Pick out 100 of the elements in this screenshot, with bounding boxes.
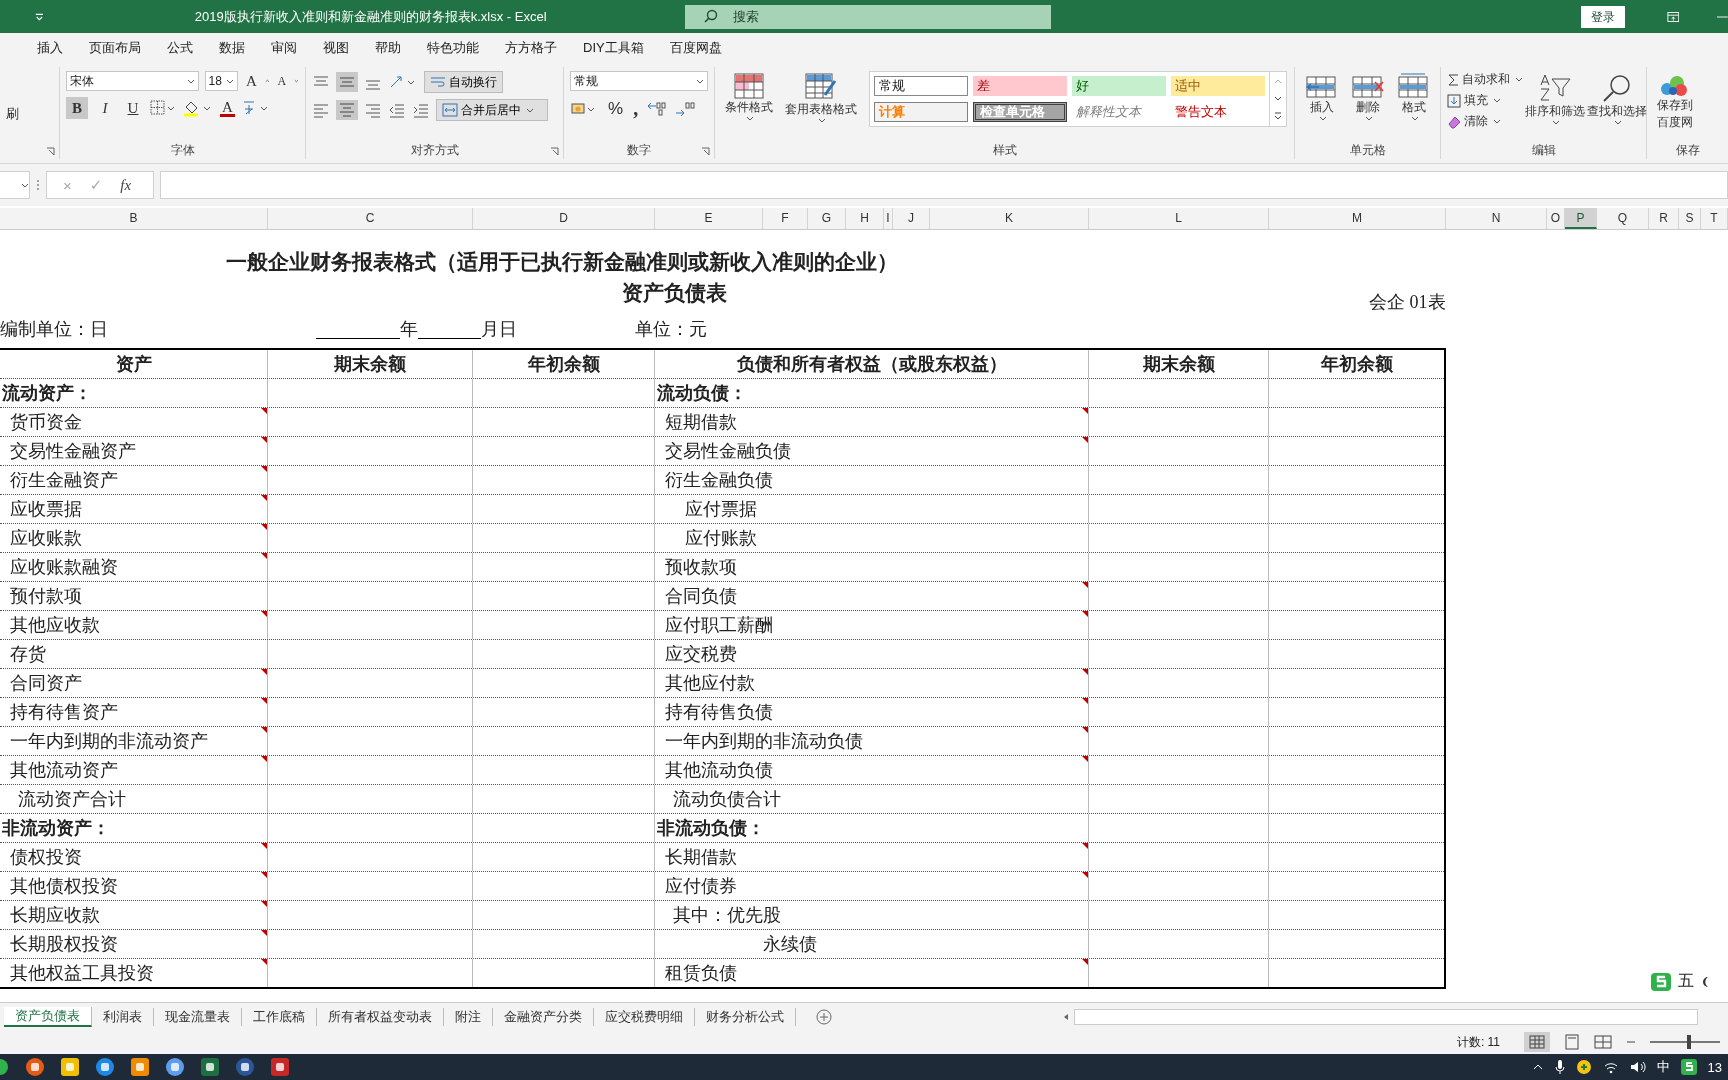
sheet-tab[interactable]: 资产负债表: [4, 1006, 92, 1027]
autosum-button[interactable]: 自动求和: [1447, 71, 1523, 88]
percent-button[interactable]: %: [606, 98, 626, 119]
column-header[interactable]: N: [1446, 208, 1547, 229]
ribbon-tab[interactable]: 方方格子: [492, 39, 570, 57]
sheet-tab[interactable]: 工作底稿: [242, 1007, 317, 1026]
column-header[interactable]: H: [846, 208, 884, 229]
column-header[interactable]: B: [0, 208, 268, 229]
cell-style-option[interactable]: 适中: [1171, 76, 1265, 96]
ribbon-tab[interactable]: 插入: [24, 39, 76, 57]
table-cell: 非流动负债：: [655, 814, 1089, 842]
table-cell: 一年内到期的非流动负债: [655, 727, 1089, 755]
column-header[interactable]: K: [930, 208, 1089, 229]
group-label: 单元格: [1348, 142, 1387, 159]
table-cell: 非流动资产：: [0, 814, 268, 842]
table-cell: 衍生金融负债: [655, 466, 1089, 494]
number-format-dropdown[interactable]: 常规: [570, 71, 708, 91]
italic-button[interactable]: I: [94, 97, 116, 119]
table-cell: 长期应收款: [0, 901, 268, 929]
column-header[interactable]: G: [808, 208, 846, 229]
table-header-cell: 负债和所有者权益（或股东权益）: [655, 350, 1089, 378]
login-button[interactable]: 登录: [1580, 5, 1625, 28]
column-header[interactable]: T: [1701, 208, 1728, 229]
table-cell: 应交税费: [655, 640, 1089, 668]
delete-cells-button[interactable]: 删除: [1347, 71, 1389, 123]
input-mode[interactable]: 五: [1678, 971, 1694, 992]
table-cell: 应付债券: [655, 872, 1089, 900]
fill-button[interactable]: 填充: [1447, 92, 1523, 109]
sheet-tab[interactable]: 现金流量表: [154, 1007, 242, 1026]
ribbon-tab[interactable]: 视图: [310, 39, 362, 57]
group-label: 对齐方式: [409, 142, 460, 159]
font-name-dropdown[interactable]: 宋体: [66, 71, 199, 91]
column-header[interactable]: D: [473, 208, 655, 229]
column-header[interactable]: S: [1679, 208, 1701, 229]
clear-button[interactable]: 清除: [1447, 113, 1523, 130]
ribbon-tab[interactable]: 百度网盘: [656, 39, 735, 57]
insert-cells-button[interactable]: 插入: [1301, 71, 1343, 123]
insert-function-button[interactable]: fx: [120, 176, 132, 194]
table-cell: 合同资产: [0, 669, 268, 697]
cell-style-option[interactable]: 差: [973, 76, 1067, 96]
table-header-cell: 期末余额: [1089, 350, 1269, 378]
table-cell: 应收账款融资: [0, 553, 268, 581]
sheet-tab[interactable]: 利润表: [92, 1007, 154, 1026]
grow-font-button[interactable]: A: [243, 72, 259, 90]
sheet-tab[interactable]: 附注: [444, 1007, 493, 1026]
conditional-formatting-button[interactable]: 条件格式: [721, 71, 777, 125]
table-cell: 预收款项: [655, 553, 1089, 581]
format-as-table-button[interactable]: 套用表格格式: [781, 71, 861, 125]
sort-filter-button[interactable]: 排序和筛选: [1525, 71, 1585, 127]
clock[interactable]: 13: [1707, 1059, 1722, 1075]
column-header[interactable]: R: [1649, 208, 1679, 229]
column-header[interactable]: L: [1089, 208, 1269, 229]
ribbon-tab[interactable]: 帮助: [362, 39, 414, 57]
comma-style-button[interactable]: ,: [631, 97, 641, 120]
shrink-font-button[interactable]: A: [275, 73, 289, 89]
cell-style-option[interactable]: 警告文本: [1171, 102, 1265, 122]
search-field[interactable]: 搜索: [684, 4, 1051, 29]
cell-style-option[interactable]: 常规: [874, 76, 968, 96]
ribbon-tab[interactable]: 数据: [206, 39, 258, 57]
wrap-text-button[interactable]: 自动换行: [424, 71, 503, 93]
bold-button[interactable]: B: [66, 97, 88, 119]
sheet-tab[interactable]: 所有者权益变动表: [317, 1007, 444, 1026]
sheet-tab[interactable]: 应交税费明细: [594, 1007, 695, 1026]
cell-style-option[interactable]: 解释性文本: [1072, 102, 1166, 122]
table-cell: 流动负债：: [655, 379, 1089, 407]
font-size-dropdown[interactable]: 18: [204, 71, 238, 91]
input-language[interactable]: 中: [1656, 1058, 1670, 1076]
format-painter-label[interactable]: 刷: [6, 105, 53, 123]
column-header[interactable]: C: [268, 208, 473, 229]
table-cell: 持有待售负债: [655, 698, 1089, 726]
format-cells-button[interactable]: 格式: [1393, 71, 1435, 123]
column-header[interactable]: Q: [1597, 208, 1649, 229]
column-header[interactable]: I: [884, 208, 893, 229]
group-label: 保存: [1674, 142, 1701, 159]
sheet-tab[interactable]: 财务分析公式: [695, 1007, 796, 1026]
column-header[interactable]: F: [763, 208, 808, 229]
window-title: 2019版执行新收入准则和新金融准则的财务报表k.xlsx - Excel: [194, 7, 548, 26]
font-color-button[interactable]: A: [220, 99, 235, 117]
column-header[interactable]: E: [655, 208, 763, 229]
ribbon-tab[interactable]: 特色功能: [414, 39, 492, 57]
find-select-button[interactable]: 查找和选择: [1587, 71, 1647, 127]
column-header[interactable]: P: [1565, 208, 1597, 229]
ribbon-tab[interactable]: 公式: [154, 39, 206, 57]
sheet-tab[interactable]: 金融资产分类: [493, 1007, 594, 1026]
ribbon-tab[interactable]: 审阅: [258, 39, 310, 57]
column-header[interactable]: J: [893, 208, 930, 229]
underline-button[interactable]: U: [122, 97, 144, 119]
form-number: 会企 01表: [1369, 291, 1446, 314]
ribbon-tab[interactable]: DIY工具箱: [570, 39, 657, 57]
merge-center-button[interactable]: 合并后居中: [436, 99, 548, 121]
table-cell: 合同负债: [655, 582, 1089, 610]
table-cell: 长期股权投资: [0, 930, 268, 958]
table-cell: 流动资产：: [0, 379, 268, 407]
group-label: 编辑: [1530, 142, 1557, 159]
table-cell: 其他流动资产: [0, 756, 268, 784]
column-header[interactable]: M: [1269, 208, 1446, 229]
cell-style-option[interactable]: 好: [1072, 76, 1166, 96]
save-to-cloud-button[interactable]: 保存到 百度网: [1653, 71, 1722, 133]
table-cell: 应付账款: [655, 524, 1089, 552]
ribbon-tab[interactable]: 页面布局: [76, 39, 154, 57]
